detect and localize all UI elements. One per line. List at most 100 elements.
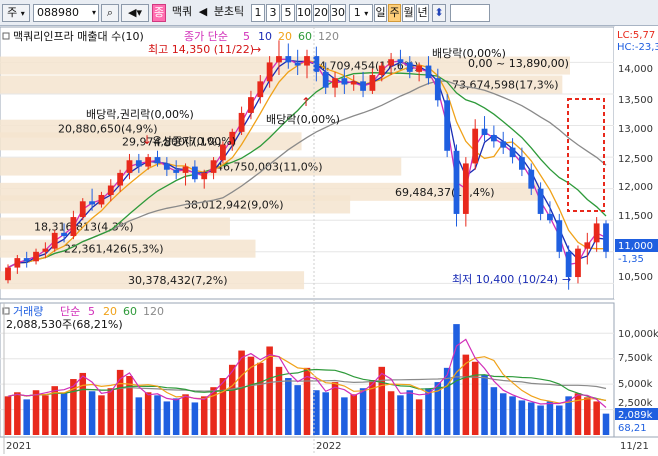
chevron-down-icon: ▾ [20,9,25,18]
candle-body [191,166,198,180]
interval-20-label: 20 [314,6,328,19]
tab-month-label: 월 [403,6,414,19]
volume-bar [23,399,30,435]
candle-body [89,201,95,205]
interval-count-select[interactable]: 1 ▾ [349,4,373,22]
volume-bar [135,397,143,435]
volume-current-badge-label: 2,089k [618,410,653,421]
down-arrow-icon: ↓ [142,133,152,147]
ma-60-label: 60 [298,30,312,43]
volume-bar [247,356,255,435]
chart-area[interactable]: 14,709,454(17,6%) 73,674,598(17,3%) 20,880… [0,26,658,456]
candle-body [509,147,516,158]
volume-bar [163,401,171,435]
high-arrow-icon: → [252,43,261,56]
candle-body [397,59,404,63]
paid-increase-label: 유상증자(0,00%) [152,135,236,148]
candle-body [126,160,133,173]
candle-body [341,78,348,85]
date-input[interactable] [450,4,490,22]
candle-body [304,56,310,66]
interval-1-button[interactable]: 1 [251,4,265,22]
updown-button[interactable]: ⬍ [432,4,446,22]
volume-bar [499,393,507,435]
mode-select[interactable]: 주 ▾ [2,4,30,22]
candle-body [61,232,67,237]
volume-bar [481,374,488,435]
candle-body [528,169,535,189]
chevron-down-icon: ▾ [364,9,369,18]
interval-10-label: 10 [297,6,311,19]
volume-bar [490,387,498,435]
volume-title: 거래량 [13,305,43,318]
candle-body [117,172,124,186]
volume-bar [341,397,348,435]
volume-bar [350,394,357,435]
volume-bar [60,393,68,435]
volume-profile-label: 73,674,598(17,3%) [452,79,559,92]
speaker-button[interactable]: ◀▾ [121,4,149,22]
candle-body [406,62,413,72]
volume-bar [14,392,21,435]
stock-code-input[interactable]: 088980 ▾ [33,4,99,22]
candle-body [444,100,451,151]
volume-bar [172,398,180,435]
candle-body [360,81,366,91]
low-arrow-icon: → [562,273,571,286]
period-tick-button[interactable]: 분초틱 [209,4,249,22]
volume-bar [266,346,273,435]
dividend-label-2: 배당락(0,00%) [266,113,340,126]
price-tick-13500: 13,500 [618,95,653,106]
interval-3-button[interactable]: 3 [266,4,280,22]
volume-bar [191,402,199,435]
volume-bar [219,378,227,435]
volume-bar [322,392,329,435]
volume-profile-label: 69,484,37(16,4%) [395,186,495,199]
candle-body [5,267,11,281]
candle-body [257,81,264,98]
volume-bar [238,350,245,435]
volume-profile-band [0,195,351,214]
interval-5-button[interactable]: 5 [281,4,295,22]
volume-bar [257,362,264,435]
stock-badge: 종 [152,4,166,22]
price-tick-12000: 12,000 [618,182,653,193]
chart-svg[interactable]: 14,709,454(17,6%)73,674,598(17,3%)20,880… [0,26,658,456]
candle-body [462,163,469,214]
tab-day[interactable]: 일 [374,4,387,22]
interval-5-label: 5 [284,6,292,19]
tab-week[interactable]: 주 [388,4,401,22]
price-panel-title: 맥쿼리인프라 매출대 수(10) [13,30,144,43]
volume-bar [98,395,105,435]
candle-body [584,242,591,249]
candle-body [416,65,423,72]
candle-body [145,157,152,167]
volume-bar [359,388,367,435]
volume-bar [425,388,432,435]
candle-body [285,56,292,63]
volume-current-label: 2,088,530주(68,21%) [6,318,123,331]
candle-body [378,65,385,76]
ma-10-label: 10 [258,30,272,43]
candle-body [107,185,114,195]
interval-20-button[interactable]: 20 [313,4,329,22]
interval-1-label: 1 [254,6,262,19]
volume-bar [406,390,414,435]
search-button[interactable]: ⌕ [101,4,119,22]
candle-body [173,169,180,173]
volume-bar [228,364,236,435]
volume-bar [397,395,404,435]
candle-body [33,251,39,262]
tab-year[interactable]: 년 [416,4,429,22]
ma-5-label: 5 [243,30,250,43]
interval-30-button[interactable]: 30 [330,4,346,22]
tab-month[interactable]: 월 [402,4,415,22]
candle-body [266,62,273,82]
candle-body [294,62,301,66]
volume-bar [509,396,516,435]
period-prev-button[interactable]: ◀ [198,4,208,22]
volume-bar [415,399,423,435]
lc-label: LC:5,77 [617,30,655,41]
interval-10-button[interactable]: 10 [296,4,312,22]
tab-week-label: 주 [389,6,400,19]
